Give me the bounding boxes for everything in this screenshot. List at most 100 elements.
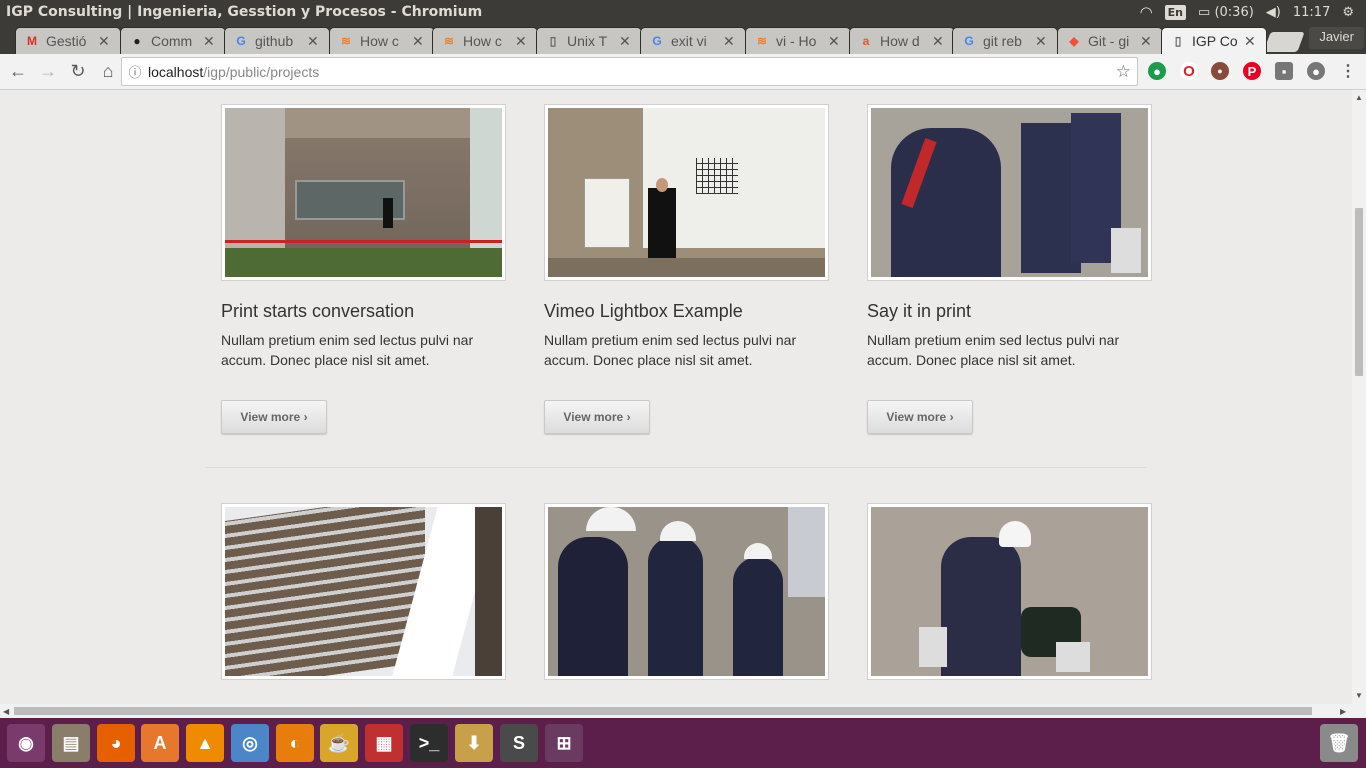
close-tab-icon[interactable]: ✕ — [1140, 33, 1154, 50]
view-more-button[interactable]: View more › — [221, 400, 327, 434]
project-photo — [548, 507, 825, 676]
tab-label: How c — [360, 33, 399, 49]
opera-extension-icon[interactable]: O — [1180, 62, 1198, 80]
grey-extension-icon[interactable]: ● — [1307, 62, 1325, 80]
project-title[interactable]: Print starts conversation — [221, 301, 414, 322]
close-tab-icon[interactable]: ✕ — [723, 33, 737, 50]
close-tab-icon[interactable]: ✕ — [828, 33, 842, 50]
close-tab-icon[interactable]: ✕ — [515, 33, 529, 50]
horizontal-scroll-thumb[interactable] — [14, 707, 1312, 715]
chromium-icon[interactable]: ◎ — [231, 724, 269, 762]
teapot-icon[interactable]: ☕ — [320, 724, 358, 762]
wifi-icon[interactable]: ◠ — [1140, 3, 1153, 21]
project-title[interactable]: Vimeo Lightbox Example — [544, 301, 743, 322]
vertical-scroll-thumb[interactable] — [1355, 208, 1363, 376]
multicolor-app-icon[interactable]: ▦ — [365, 724, 403, 762]
tab-9[interactable]: Ggit reb ✕ — [952, 27, 1058, 54]
project-description: Nullam pretium enim sed lectus pulvi nar… — [867, 332, 1120, 368]
address-bar[interactable]: ⓘ localhost/igp/public/projects ☆ — [121, 57, 1138, 86]
git-icon: ◆ — [1069, 34, 1079, 48]
clock[interactable]: 11:17 — [1293, 5, 1330, 20]
project-photo — [871, 108, 1148, 277]
vlc-icon[interactable]: ▲ — [186, 724, 224, 762]
tab-5[interactable]: ▯ Unix T ✕ — [536, 27, 642, 54]
project-thumbnail[interactable] — [867, 104, 1152, 281]
new-tab-button[interactable] — [1263, 32, 1305, 52]
workspace-switcher-icon[interactable]: ⊞ — [545, 724, 583, 762]
tab-2[interactable]: Ggithub ✕ — [224, 27, 330, 54]
close-tab-icon[interactable]: ✕ — [619, 33, 633, 50]
firefox-icon[interactable]: ◕ — [97, 724, 135, 762]
ubuntu-dash-icon[interactable]: ◉ — [7, 724, 45, 762]
forward-button[interactable]: → — [34, 58, 62, 86]
settings-gear-icon[interactable]: ⚙ — [1342, 5, 1354, 20]
tab-6[interactable]: Gexit vi ✕ — [640, 27, 746, 54]
tab-label: Git - gi — [1088, 33, 1130, 49]
close-tab-icon[interactable]: ✕ — [203, 33, 217, 50]
back-button[interactable]: ← — [4, 58, 32, 86]
battery-indicator[interactable]: ▭ (0:36) — [1198, 5, 1254, 20]
profile-button[interactable]: Javier — [1309, 27, 1364, 49]
pinterest-icon[interactable]: P — [1243, 62, 1261, 80]
close-tab-icon[interactable]: ✕ — [1244, 33, 1258, 50]
tab-0[interactable]: M Gestió ✕ — [15, 27, 121, 54]
menu-icon[interactable]: ⋮ — [1339, 62, 1357, 80]
sublime-text-icon[interactable]: S — [500, 724, 538, 762]
site-info-icon[interactable]: ⓘ — [122, 62, 148, 81]
project-thumbnail[interactable] — [221, 503, 506, 680]
pocket-extension-icon[interactable]: ▪ — [1275, 62, 1293, 80]
close-tab-icon[interactable]: ✕ — [412, 33, 426, 50]
extension-green-icon[interactable]: ● — [1148, 62, 1166, 80]
tab-10[interactable]: ◆ Git - gi ✕ — [1057, 27, 1163, 54]
tab-11[interactable]: ▯ IGP Co ✕ — [1161, 27, 1267, 54]
tab-1[interactable]: ● Comm ✕ — [120, 27, 226, 54]
volume-icon[interactable]: ◀) — [1266, 5, 1281, 20]
tab-3[interactable]: ≋ How c ✕ — [329, 27, 435, 54]
trash-icon[interactable]: 🗑 — [1320, 724, 1358, 762]
view-more-button[interactable]: View more › — [544, 400, 650, 434]
vertical-scrollbar[interactable]: ▲ ▼ — [1352, 90, 1366, 704]
blender-icon[interactable]: ◐ — [276, 724, 314, 762]
files-icon[interactable]: ▤ — [52, 724, 90, 762]
gmail-icon: M — [27, 34, 37, 48]
askubuntu-icon: a — [862, 34, 870, 48]
scrollbar-corner — [1352, 704, 1366, 718]
reload-button[interactable]: ↻ — [64, 58, 92, 86]
close-tab-icon[interactable]: ✕ — [932, 33, 946, 50]
software-center-icon[interactable]: A — [141, 724, 179, 762]
keyboard-language[interactable]: En — [1164, 4, 1187, 20]
project-title[interactable]: Say it in print — [867, 301, 971, 322]
terminal-icon[interactable]: >_ — [410, 724, 448, 762]
scroll-down-arrow-icon[interactable]: ▼ — [1355, 691, 1363, 700]
project-description: Nullam pretium enim sed lectus pulvi nar… — [544, 332, 797, 368]
scroll-up-arrow-icon[interactable]: ▲ — [1355, 93, 1363, 102]
page-viewport: Print starts conversation Nullam pretium … — [0, 90, 1352, 704]
horizontal-scrollbar[interactable]: ◀ ▶ — [0, 704, 1352, 718]
page-icon: ▯ — [549, 34, 557, 48]
top-panel: IGP Consulting | Ingenieria, Gesstion y … — [0, 0, 1366, 24]
close-tab-icon[interactable]: ✕ — [307, 33, 321, 50]
battery-icon: ▭ — [1198, 4, 1211, 20]
bookmark-star-icon[interactable]: ☆ — [1116, 62, 1131, 82]
stackoverflow-icon: ≋ — [340, 34, 352, 48]
tab-4[interactable]: ≋ How c ✕ — [432, 27, 538, 54]
home-button[interactable]: ⌂ — [94, 58, 122, 86]
project-thumbnail[interactable] — [221, 104, 506, 281]
close-tab-icon[interactable]: ✕ — [98, 33, 112, 50]
project-thumbnail[interactable] — [544, 503, 829, 680]
project-photo — [548, 108, 825, 277]
tab-7[interactable]: ≋ vi - Ho ✕ — [745, 27, 851, 54]
project-photo — [871, 507, 1148, 676]
installer-icon[interactable]: ⬇ — [455, 724, 493, 762]
scroll-right-arrow-icon[interactable]: ▶ — [1340, 707, 1346, 716]
project-thumbnail[interactable] — [544, 104, 829, 281]
google-icon: G — [964, 34, 974, 48]
project-thumbnail[interactable] — [867, 503, 1152, 680]
tab-8[interactable]: a How d ✕ — [849, 27, 955, 54]
view-more-button[interactable]: View more › — [867, 400, 973, 434]
tab-label: How c — [463, 33, 502, 49]
close-tab-icon[interactable]: ✕ — [1035, 33, 1049, 50]
tab-label: vi - Ho — [776, 33, 817, 49]
coffee-extension-icon[interactable]: ● — [1211, 62, 1229, 80]
scroll-left-arrow-icon[interactable]: ◀ — [3, 707, 9, 716]
